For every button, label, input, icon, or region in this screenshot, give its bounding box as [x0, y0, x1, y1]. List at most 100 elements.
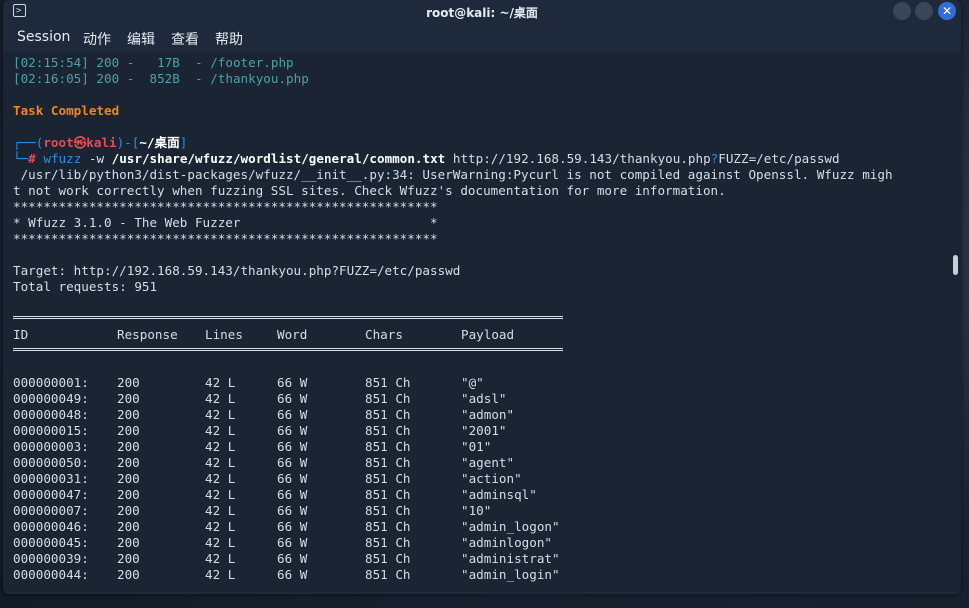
- table-cell: 000000047:: [13, 487, 89, 502]
- table-cell: 851 Ch: [365, 455, 411, 470]
- table-cell: 66 W: [277, 519, 308, 534]
- table-cell: "administrat": [461, 551, 560, 566]
- menu-bar: Session 动作 编辑 查看 帮助: [3, 24, 961, 52]
- header-chars: Chars: [365, 327, 403, 342]
- table-cell: "2001": [461, 423, 507, 438]
- table-cell: 000000001:: [13, 375, 89, 390]
- command-line: └─# wfuzz -w /usr/share/wfuzz/wordlist/g…: [13, 151, 840, 166]
- menu-actions[interactable]: 动作: [83, 29, 111, 49]
- table-cell: 42 L: [205, 487, 236, 502]
- total-requests-line: Total requests: 951: [13, 279, 158, 294]
- table-cell: "01": [461, 439, 492, 454]
- table-cell: 200: [117, 455, 140, 470]
- table-cell: 66 W: [277, 551, 308, 566]
- table-cell: 851 Ch: [365, 519, 411, 534]
- table-cell: 000000044:: [13, 567, 89, 582]
- table-cell: 851 Ch: [365, 375, 411, 390]
- minimize-button[interactable]: [893, 2, 911, 20]
- table-cell: 851 Ch: [365, 535, 411, 550]
- table-cell: 851 Ch: [365, 407, 411, 422]
- table-cell: "agent": [461, 455, 515, 470]
- log-line: [02:15:54] 200 - 17B - /footer.php: [13, 55, 294, 70]
- banner-text: * Wfuzz 3.1.0 - The Web Fuzzer *: [13, 215, 438, 230]
- table-cell: 000000045:: [13, 535, 89, 550]
- terminal-window[interactable]: > root@kali: ~/桌面 ✕ Session 动作 编辑 查看 帮助 …: [3, 0, 961, 594]
- table-cell: 200: [117, 439, 140, 454]
- close-button[interactable]: ✕: [938, 2, 956, 20]
- title-bar[interactable]: > root@kali: ~/桌面 ✕: [3, 0, 961, 23]
- table-cell: "admon": [461, 407, 515, 422]
- menu-view[interactable]: 查看: [171, 29, 199, 49]
- table-cell: 66 W: [277, 391, 308, 406]
- table-cell: 42 L: [205, 391, 236, 406]
- warning-line: /usr/lib/python3/dist-packages/wfuzz/__i…: [13, 167, 893, 182]
- task-completed-text: Task Completed: [13, 103, 120, 118]
- table-cell: 851 Ch: [365, 503, 411, 518]
- shell-prompt: ┌──(root㉿kali)-[~/桌面]: [13, 135, 188, 150]
- table-cell: 200: [117, 471, 140, 486]
- table-cell: "action": [461, 471, 522, 486]
- table-cell: 000000003:: [13, 439, 89, 454]
- table-cell: 42 L: [205, 407, 236, 422]
- table-cell: 42 L: [205, 503, 236, 518]
- table-cell: 000000039:: [13, 551, 89, 566]
- table-cell: 851 Ch: [365, 567, 411, 582]
- table-cell: 42 L: [205, 455, 236, 470]
- table-cell: 000000007:: [13, 503, 89, 518]
- header-id: ID: [13, 327, 29, 342]
- table-cell: 42 L: [205, 439, 236, 454]
- table-cell: 000000031:: [13, 471, 89, 486]
- terminal-output[interactable]: [02:15:54] 200 - 17B - /footer.php [02:1…: [3, 52, 961, 592]
- table-cell: 42 L: [205, 535, 236, 550]
- table-cell: 66 W: [277, 471, 308, 486]
- table-cell: 66 W: [277, 439, 308, 454]
- header-response: Response: [117, 327, 178, 342]
- table-cell: 851 Ch: [365, 487, 411, 502]
- table-cell: "admin_logon": [461, 519, 560, 534]
- table-cell: 200: [117, 503, 140, 518]
- table-cell: 000000049:: [13, 391, 89, 406]
- table-cell: 200: [117, 375, 140, 390]
- table-cell: "@": [461, 375, 484, 390]
- table-cell: 66 W: [277, 455, 308, 470]
- header-lines: Lines: [205, 327, 243, 342]
- table-cell: "10": [461, 503, 492, 518]
- table-cell: 200: [117, 423, 140, 438]
- banner-stars: ****************************************…: [13, 231, 438, 246]
- table-cell: 200: [117, 391, 140, 406]
- table-cell: 851 Ch: [365, 439, 411, 454]
- maximize-button[interactable]: [915, 2, 933, 20]
- table-cell: "adsl": [461, 391, 507, 406]
- table-cell: 66 W: [277, 503, 308, 518]
- target-line: Target: http://192.168.59.143/thankyou.p…: [13, 263, 461, 278]
- table-cell: 851 Ch: [365, 471, 411, 486]
- table-cell: 851 Ch: [365, 391, 411, 406]
- table-cell: 66 W: [277, 407, 308, 422]
- table-cell: 200: [117, 551, 140, 566]
- table-cell: 200: [117, 567, 140, 582]
- table-cell: 66 W: [277, 375, 308, 390]
- table-cell: 42 L: [205, 567, 236, 582]
- menu-edit[interactable]: 编辑: [127, 29, 155, 49]
- table-cell: 000000050:: [13, 455, 89, 470]
- table-cell: 200: [117, 535, 140, 550]
- log-line: [02:16:05] 200 - 852B - /thankyou.php: [13, 71, 309, 86]
- banner-stars: ****************************************…: [13, 199, 438, 214]
- scrollbar-thumb[interactable]: [953, 255, 958, 275]
- table-cell: 200: [117, 487, 140, 502]
- menu-help[interactable]: 帮助: [215, 29, 243, 49]
- close-icon: ✕: [941, 4, 953, 18]
- table-cell: 42 L: [205, 471, 236, 486]
- table-cell: "admin_login": [461, 567, 560, 582]
- table-divider: [13, 348, 563, 351]
- table-cell: 66 W: [277, 567, 308, 582]
- table-cell: 200: [117, 519, 140, 534]
- header-payload: Payload: [461, 327, 515, 342]
- warning-line: t not work correctly when fuzzing SSL si…: [13, 183, 726, 198]
- menu-session[interactable]: Session: [17, 29, 70, 45]
- table-cell: 000000046:: [13, 519, 89, 534]
- table-cell: 851 Ch: [365, 423, 411, 438]
- table-cell: 42 L: [205, 423, 236, 438]
- table-cell: 66 W: [277, 487, 308, 502]
- table-cell: 42 L: [205, 375, 236, 390]
